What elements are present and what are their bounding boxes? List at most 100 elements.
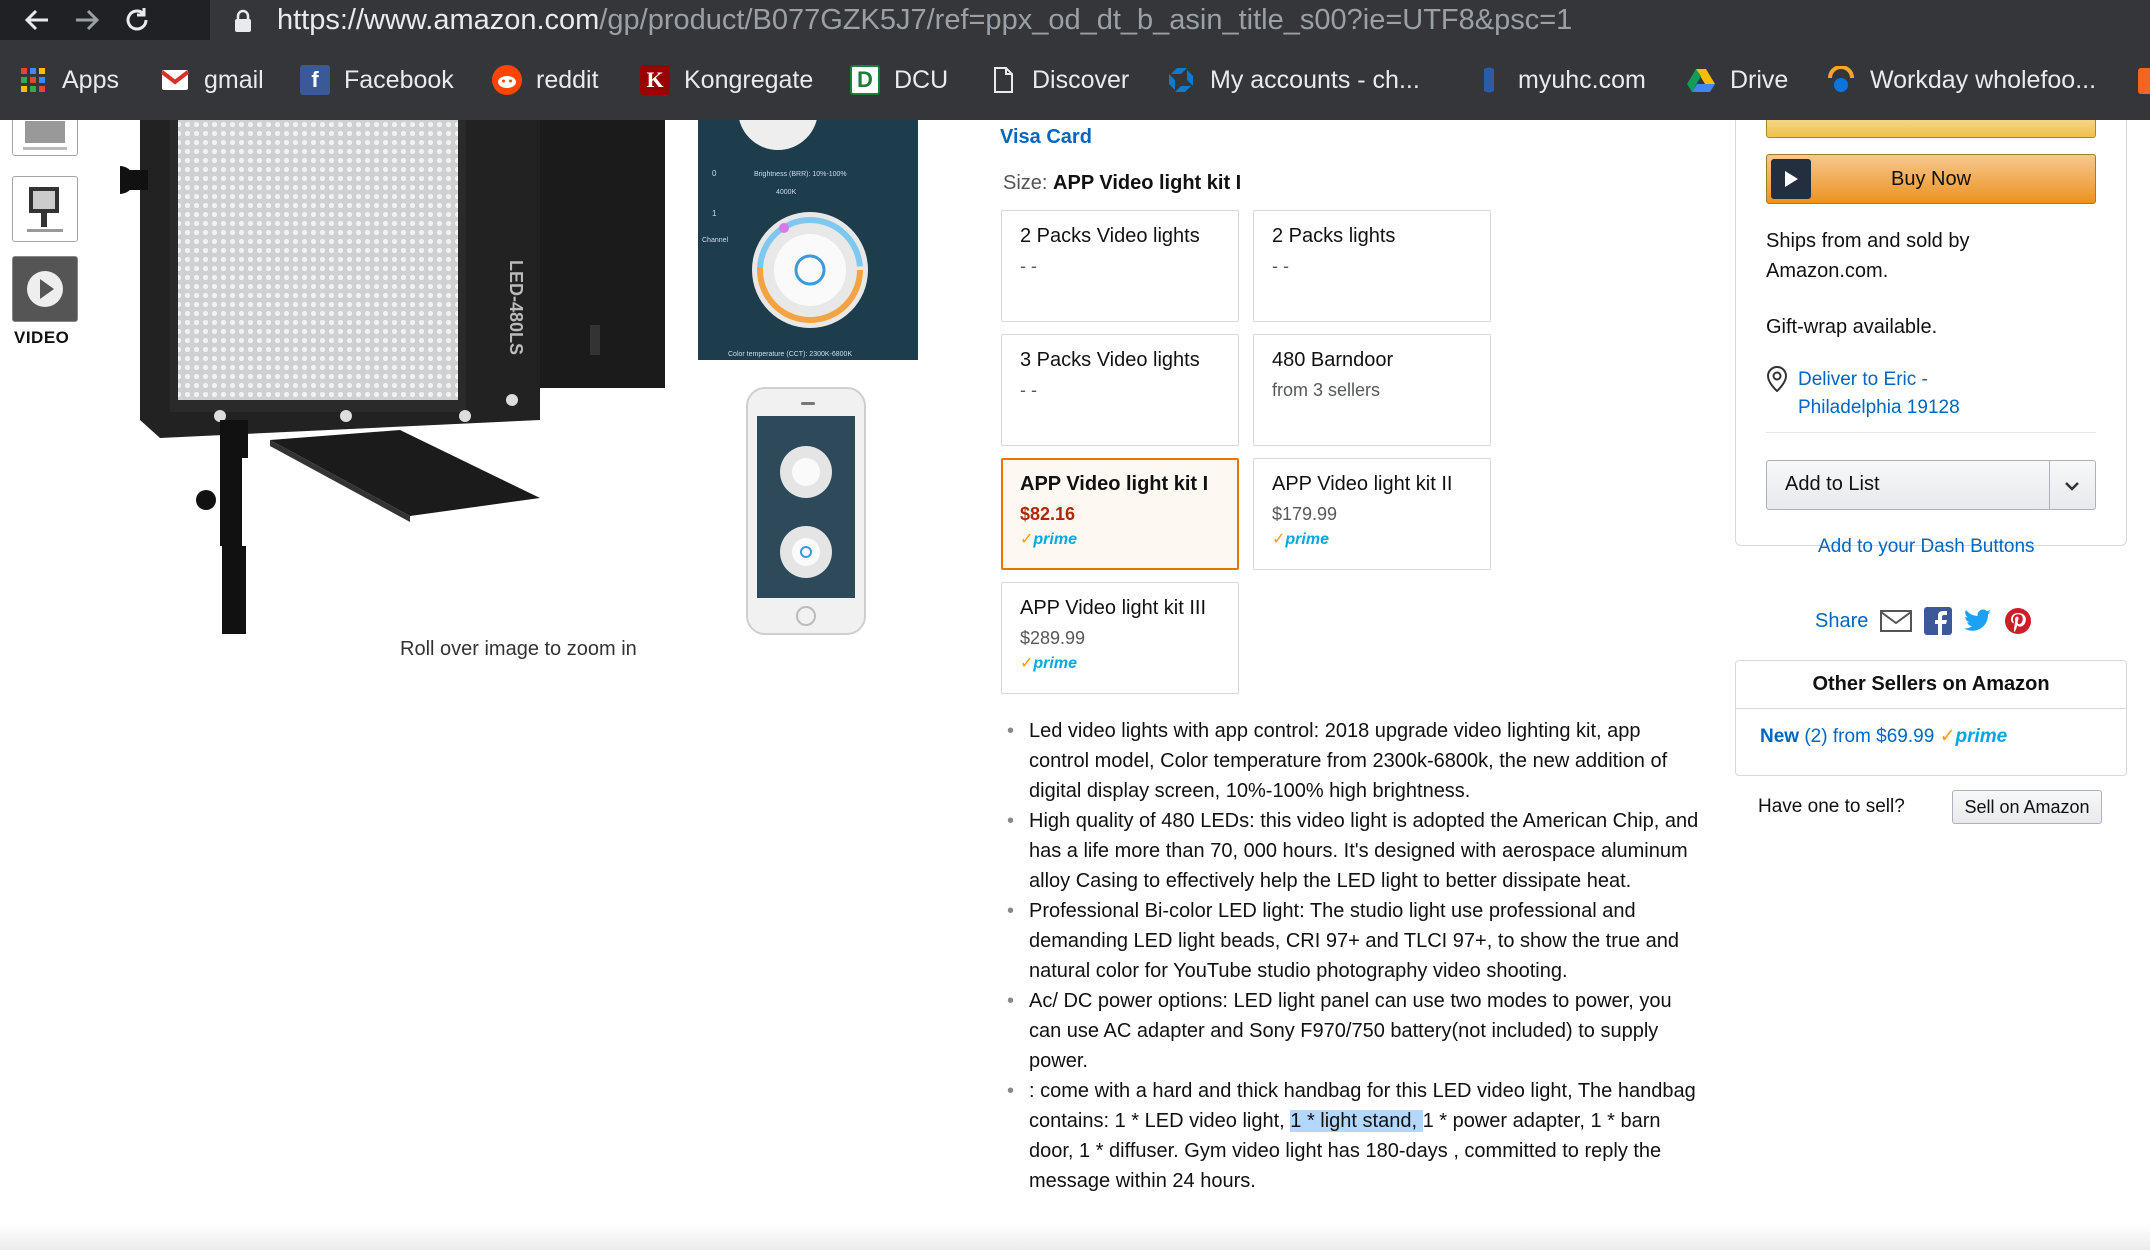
bookmark-chase[interactable]: My accounts - ch... [1166, 40, 1420, 120]
facebook-share-icon[interactable] [1924, 607, 1953, 635]
reddit-icon [492, 65, 522, 95]
option-title: APP Video light kit III [1020, 597, 1207, 619]
svg-text:1: 1 [712, 209, 717, 218]
play-icon [27, 271, 63, 307]
workday-icon [1826, 65, 1856, 95]
video-label: VIDEO [14, 328, 70, 347]
bookmark-kongregate[interactable]: K Kongregate [640, 40, 813, 120]
bookmark-facebook[interactable]: f Facebook [300, 40, 454, 120]
prime-label: prime [1033, 655, 1077, 672]
email-icon[interactable] [1880, 609, 1913, 633]
other-sellers-header: Other Sellers on Amazon [1736, 661, 2126, 709]
option-availability: - - [1020, 256, 1037, 276]
thumbnail-video[interactable] [12, 256, 78, 322]
option-title: 2 Packs lights [1272, 225, 1396, 247]
dash-buttons-link[interactable]: Add to your Dash Buttons [1818, 536, 2035, 558]
dcu-icon: D [850, 65, 880, 95]
size-option[interactable]: APP Video light kit III $289.99 ✓prime [1001, 582, 1239, 694]
sell-on-amazon-button[interactable]: Sell on Amazon [1952, 790, 2102, 824]
bookmark-apps[interactable]: Apps [18, 40, 119, 120]
ships-from-text: Ships from and sold by Amazon.com. [1766, 230, 1970, 282]
uhc-icon [1474, 65, 1504, 95]
bookmark-label: Facebook [344, 65, 454, 94]
size-option[interactable]: 2 Packs Video lights - - [1001, 210, 1239, 322]
channel-text: Channel [702, 237, 729, 244]
add-to-cart-button[interactable] [1766, 120, 2096, 138]
bookmark-label: Discover [1032, 65, 1130, 94]
option-availability: - - [1020, 380, 1037, 400]
bookmark-reddit[interactable]: reddit [492, 40, 599, 120]
option-title: APP Video light kit I [1020, 473, 1209, 495]
size-line: Size: APP Video light kit I [1003, 172, 1241, 195]
panel-model-text: LED-480LS [506, 260, 526, 355]
prime-label: prime [1955, 726, 2008, 747]
forward-arrow-icon[interactable] [62, 0, 112, 40]
url-text[interactable]: https://www.amazon.com/gp/product/B077GZ… [277, 2, 1572, 38]
bottom-shadow [0, 1224, 2150, 1250]
main-product-image[interactable]: LED-480LS [120, 120, 680, 634]
bookmark-gmail[interactable]: gmail [160, 40, 264, 120]
bookmark-label: Kongregate [684, 65, 814, 94]
prime-label: prime [1033, 531, 1077, 548]
other-sellers-offer[interactable]: New (2) from $69.99 ✓prime [1760, 725, 2007, 748]
feature-bullet: Professional Bi-color LED light: The stu… [1005, 896, 1705, 986]
chevron-down-icon[interactable] [2057, 471, 2087, 501]
reload-icon[interactable] [112, 0, 162, 40]
divider [2049, 461, 2050, 509]
buy-now-button[interactable]: Buy Now [1766, 154, 2096, 204]
size-option-selected[interactable]: APP Video light kit I $82.16 ✓prime [1001, 458, 1239, 570]
svg-text:0: 0 [712, 169, 717, 178]
size-option[interactable]: 2 Packs lights - - [1253, 210, 1491, 322]
size-value: APP Video light kit I [1053, 172, 1242, 194]
option-title: 3 Packs Video lights [1020, 349, 1200, 371]
feature-bullet: : come with a hard and thick handbag for… [1005, 1076, 1705, 1196]
deliver-location: Philadelphia 19128 [1798, 397, 1960, 418]
option-price: $289.99 [1020, 628, 1086, 648]
bookmark-label: Workday wholefoo... [1870, 65, 2097, 94]
have-one-to-sell-text: Have one to sell? [1758, 796, 1905, 817]
offer-price: from $69.99 [1832, 726, 1935, 747]
size-option[interactable]: 3 Packs Video lights - - [1001, 334, 1239, 446]
bookmark-label: Apps [62, 65, 119, 94]
gift-wrap-text: Gift-wrap available. [1766, 316, 1938, 338]
divider [1766, 432, 2096, 433]
option-price: $179.99 [1272, 504, 1338, 524]
selected-text: 1 * light stand, [1290, 1110, 1423, 1132]
bookmark-workday[interactable]: Workday wholefoo... [1826, 40, 2096, 120]
add-to-list-button[interactable]: Add to List [1766, 460, 2096, 510]
value-text: 4000K [776, 189, 797, 196]
buy-now-label: Buy Now [1890, 167, 1972, 190]
bookmark-discover[interactable]: Discover [988, 40, 1129, 120]
cct-text: Color temperature (CCT): 2300K-6800K [728, 351, 852, 358]
brightness-text: Brightness (BRR): 10%-100% [754, 171, 847, 178]
twitter-share-icon[interactable] [1964, 609, 1992, 633]
back-arrow-icon[interactable] [12, 0, 62, 40]
overflow-bookmark-icon[interactable] [2138, 68, 2150, 94]
prime-badge: ✓prime [1939, 726, 2008, 747]
visa-card-link[interactable]: Visa Card [1000, 126, 1092, 149]
phone-app-image[interactable] [745, 386, 867, 636]
deliver-to-link[interactable]: Deliver to Eric - Philadelphia 19128 [1766, 366, 1960, 422]
app-control-image[interactable]: Brightness (BRR): 10%-100% 4000K 0 1 Cha… [698, 120, 918, 360]
thumbnail-2[interactable] [12, 176, 78, 242]
bookmark-drive[interactable]: Drive [1686, 40, 1788, 120]
bookmark-dcu[interactable]: D DCU [850, 40, 948, 120]
size-option[interactable]: 480 Barndoor from 3 sellers [1253, 334, 1491, 446]
bookmark-label: gmail [204, 65, 264, 94]
browser-toolbar: https://www.amazon.com/gp/product/B077GZ… [0, 0, 2150, 40]
share-label: Share [1815, 609, 1869, 632]
option-title: 480 Barndoor [1272, 349, 1394, 371]
prime-badge: ✓prime [1020, 531, 1077, 548]
size-label: Size: [1003, 172, 1048, 194]
size-option[interactable]: APP Video light kit II $179.99 ✓prime [1253, 458, 1491, 570]
bookmark-myuhc[interactable]: myuhc.com [1474, 40, 1646, 120]
option-price: $82.16 [1020, 504, 1076, 524]
play-icon [1771, 159, 1811, 199]
option-title: 2 Packs Video lights [1020, 225, 1200, 247]
option-availability: - - [1272, 256, 1289, 276]
apps-grid-icon [18, 65, 48, 95]
thumbnail-1[interactable] [12, 120, 78, 156]
bookmark-label: myuhc.com [1518, 65, 1646, 94]
product-page: VIDEO LED-480LS Roll over image to zoom … [0, 120, 2150, 1250]
pinterest-share-icon[interactable] [2004, 607, 2032, 635]
